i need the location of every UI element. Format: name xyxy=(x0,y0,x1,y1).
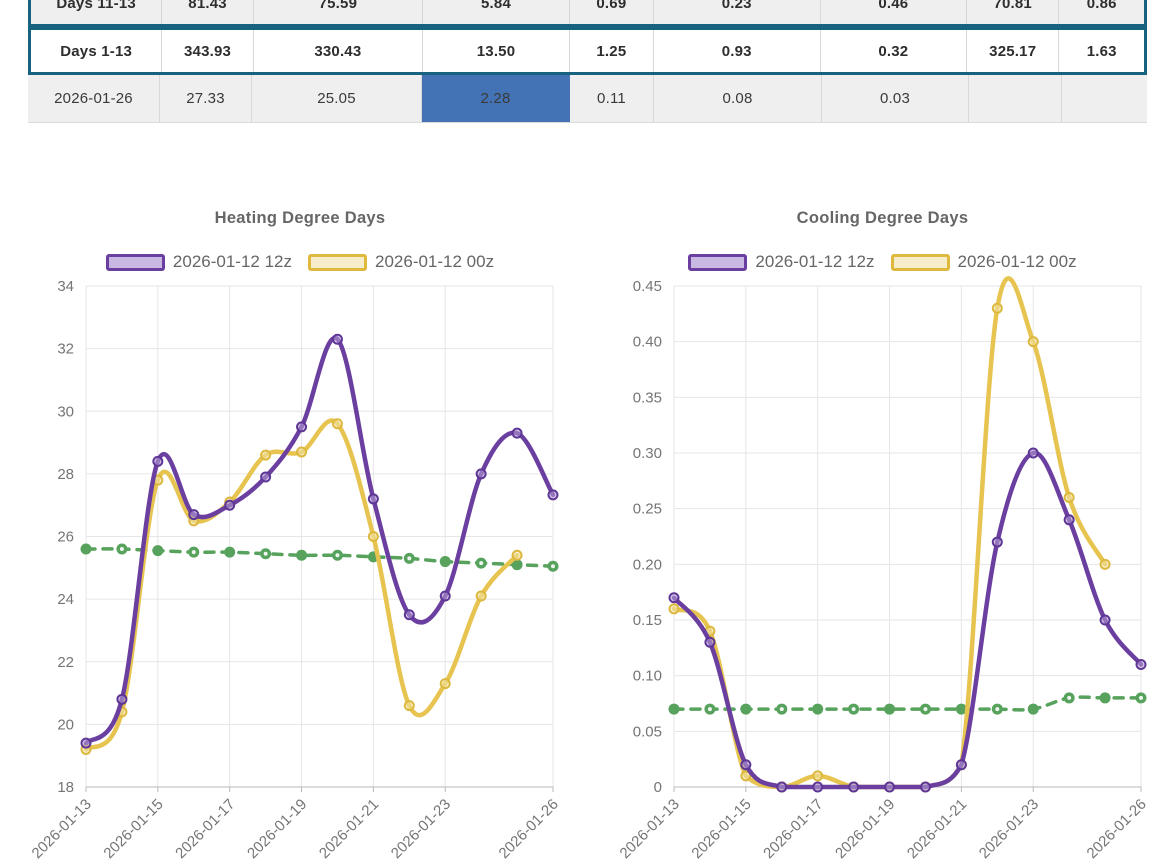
legend-item[interactable]: 2026-01-12 00z xyxy=(891,252,1077,272)
heating-degree-days-chart: 1820222426283032342026-01-132026-01-1520… xyxy=(30,200,570,863)
legend-label: 2026-01-12 12z xyxy=(173,252,292,272)
svg-text:2026-01-13: 2026-01-13 xyxy=(617,796,683,862)
table-cell: 0.93 xyxy=(654,30,821,72)
svg-text:0.30: 0.30 xyxy=(633,445,662,462)
highlighted-cell: 2.28 xyxy=(422,75,570,122)
svg-text:0.15: 0.15 xyxy=(633,612,662,629)
svg-text:0.20: 0.20 xyxy=(633,556,662,573)
legend-label: 2026-01-12 00z xyxy=(375,252,494,272)
table-row[interactable]: 2026-01-2627.3325.052.280.110.080.03 xyxy=(28,75,1147,123)
svg-text:0.40: 0.40 xyxy=(633,334,662,351)
svg-text:2026-01-21: 2026-01-21 xyxy=(316,796,382,862)
table-cell: 0.03 xyxy=(822,75,969,122)
series-line xyxy=(86,338,553,743)
svg-text:2026-01-15: 2026-01-15 xyxy=(688,796,754,862)
y-axis-labels: 18 20 22 24 26 28 30 32 34 xyxy=(57,278,74,796)
svg-text:2026-01-19: 2026-01-19 xyxy=(244,796,310,862)
table-cell: 0.11 xyxy=(570,75,654,122)
cooling-degree-days-chart: 0 0.05 0.10 0.15 0.20 0.25 0.30 0.35 0.40 0.45 202… xyxy=(610,200,1155,863)
svg-text:2026-01-26: 2026-01-26 xyxy=(1084,796,1150,862)
svg-text:2026-01-26: 2026-01-26 xyxy=(496,796,562,862)
table-cell: Days 11-13 xyxy=(31,0,162,24)
table-cell: 1.25 xyxy=(570,30,654,72)
table-cell: 325.17 xyxy=(967,30,1060,72)
svg-text:28: 28 xyxy=(57,466,74,483)
svg-text:0.05: 0.05 xyxy=(633,723,662,740)
svg-text:22: 22 xyxy=(57,654,74,671)
table-cell: 0.23 xyxy=(654,0,821,24)
svg-text:24: 24 xyxy=(57,591,74,608)
svg-text:2026-01-23: 2026-01-23 xyxy=(976,796,1042,862)
legend-label: 2026-01-12 12z xyxy=(755,252,874,272)
svg-text:30: 30 xyxy=(57,403,74,420)
legend-swatch xyxy=(308,254,367,271)
svg-text:0: 0 xyxy=(654,779,662,796)
table-cell xyxy=(969,75,1062,122)
series-normal xyxy=(669,692,1147,714)
forecast-table: Days 11-1381.4375.595.840.690.230.4670.8… xyxy=(28,0,1147,123)
table-cell: 25.05 xyxy=(252,75,422,122)
table-cell: 81.43 xyxy=(162,0,254,24)
legend-item[interactable]: 2026-01-12 12z xyxy=(688,252,874,272)
svg-text:20: 20 xyxy=(57,716,74,733)
table-cell: 75.59 xyxy=(254,0,423,24)
table-row[interactable]: Days 1-13343.93330.4313.501.250.930.3232… xyxy=(28,27,1147,75)
legend-swatch xyxy=(891,254,950,271)
chart-title: Heating Degree Days xyxy=(30,209,570,228)
table-cell: 343.93 xyxy=(162,30,254,72)
table-cell: 0.32 xyxy=(821,30,967,72)
cooling-chart-canvas: 0 0.05 0.10 0.15 0.20 0.25 0.30 0.35 0.40 0.45 202… xyxy=(610,200,1155,863)
svg-text:32: 32 xyxy=(57,341,74,358)
y-axis-labels: 0 0.05 0.10 0.15 0.20 0.25 0.30 0.35 0.40 0.45 xyxy=(633,278,662,796)
svg-text:0.10: 0.10 xyxy=(633,668,662,685)
table-cell: 0.86 xyxy=(1059,0,1144,24)
legend-label: 2026-01-12 00z xyxy=(958,252,1077,272)
svg-text:0.35: 0.35 xyxy=(633,389,662,406)
series-2026-01-12 12z xyxy=(82,335,558,748)
svg-text:2026-01-17: 2026-01-17 xyxy=(172,796,238,862)
heating-chart-canvas: 1820222426283032342026-01-132026-01-1520… xyxy=(30,200,570,863)
table-cell: 27.33 xyxy=(160,75,252,122)
table-cell: 330.43 xyxy=(254,30,423,72)
table-cell: 5.84 xyxy=(423,0,570,24)
chart-legend: 2026-01-12 12z 2026-01-12 00z xyxy=(30,252,570,272)
table-cell xyxy=(1062,75,1147,122)
legend-swatch xyxy=(688,254,747,271)
svg-text:18: 18 xyxy=(57,779,74,796)
series-markers xyxy=(669,692,1147,714)
svg-text:0.45: 0.45 xyxy=(633,278,662,295)
svg-text:2026-01-19: 2026-01-19 xyxy=(832,796,898,862)
table-cell: Days 1-13 xyxy=(31,30,162,72)
legend-item[interactable]: 2026-01-12 12z xyxy=(106,252,292,272)
series-markers xyxy=(81,544,559,572)
chart-title: Cooling Degree Days xyxy=(610,209,1155,228)
table-cell: 1.63 xyxy=(1059,30,1144,72)
svg-text:2026-01-13: 2026-01-13 xyxy=(30,796,95,862)
chart-legend: 2026-01-12 12z 2026-01-12 00z xyxy=(610,252,1155,272)
svg-text:26: 26 xyxy=(57,529,74,546)
svg-text:34: 34 xyxy=(57,278,74,295)
legend-swatch xyxy=(106,254,165,271)
x-axis-labels: 2026-01-132026-01-152026-01-172026-01-19… xyxy=(617,787,1150,862)
series-markers xyxy=(82,335,558,748)
svg-text:2026-01-17: 2026-01-17 xyxy=(760,796,826,862)
gridlines xyxy=(86,286,553,787)
svg-text:2026-01-23: 2026-01-23 xyxy=(388,796,454,862)
table-cell: 70.81 xyxy=(967,0,1060,24)
table-row[interactable]: Days 11-1381.4375.595.840.690.230.4670.8… xyxy=(28,0,1147,27)
svg-text:2026-01-21: 2026-01-21 xyxy=(904,796,970,862)
legend-item[interactable]: 2026-01-12 00z xyxy=(308,252,494,272)
table-cell: 2026-01-26 xyxy=(28,75,160,122)
x-axis-labels: 2026-01-132026-01-152026-01-172026-01-19… xyxy=(30,787,562,862)
svg-text:0.25: 0.25 xyxy=(633,501,662,518)
table-cell: 13.50 xyxy=(423,30,570,72)
svg-text:2026-01-15: 2026-01-15 xyxy=(100,796,166,862)
table-cell: 0.69 xyxy=(570,0,654,24)
table-cell: 0.08 xyxy=(654,75,822,122)
table-cell: 0.46 xyxy=(821,0,967,24)
series-normal xyxy=(81,544,559,572)
